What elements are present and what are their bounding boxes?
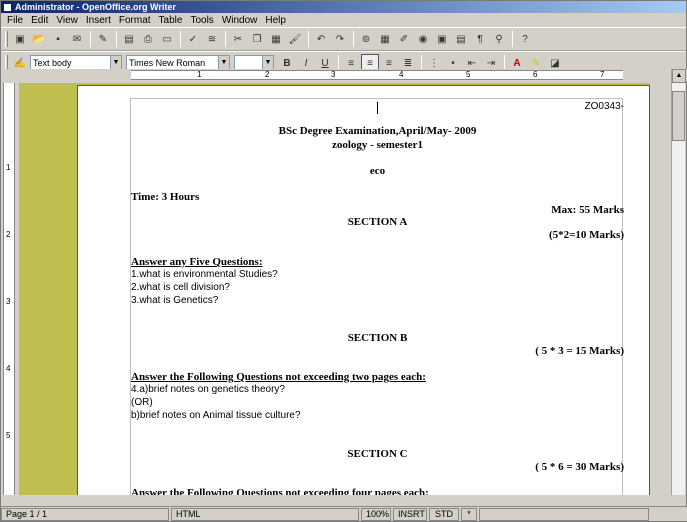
menu-format[interactable]: Format <box>115 15 155 26</box>
spellcheck-icon[interactable]: ✓ <box>184 30 202 48</box>
document-area[interactable]: ZO0343- BSc Degree Examination,April/May… <box>19 83 650 495</box>
instr-b: Answer the Following Questions not excee… <box>131 371 426 383</box>
scroll-up-icon[interactable]: ▲ <box>672 69 686 83</box>
save-icon[interactable]: ▪ <box>49 30 67 48</box>
navigator-icon[interactable]: ◉ <box>414 30 432 48</box>
pdf-icon[interactable]: ▤ <box>120 30 138 48</box>
ruler-num: 7 <box>600 70 605 79</box>
menu-bar: File Edit View Insert Format Table Tools… <box>1 13 686 27</box>
doc-max: Max: 55 Marks <box>551 204 624 216</box>
vruler-num: 1 <box>6 163 11 172</box>
print-icon[interactable]: ⎙ <box>139 30 157 48</box>
title-bar: Administrator - OpenOffice.org Writer <box>1 1 686 13</box>
instr-a: Answer any Five Questions: <box>131 256 263 268</box>
standard-toolbar: ▣ 📂 ▪ ✉ ✎ ▤ ⎙ ▭ ✓ ≋ ✂ ❐ ▦ 🖌 ↶ ↷ ⊚ ▦ ✐ ◉ … <box>1 27 686 51</box>
menu-tools[interactable]: Tools <box>186 15 217 26</box>
copy-icon[interactable]: ❐ <box>248 30 266 48</box>
cut-icon[interactable]: ✂ <box>229 30 247 48</box>
undo-icon[interactable]: ↶ <box>312 30 330 48</box>
status-page[interactable]: Page 1 / 1 <box>1 507 169 521</box>
zoom-icon[interactable]: ⚲ <box>490 30 508 48</box>
menu-table[interactable]: Table <box>155 15 187 26</box>
toolbar-grip[interactable] <box>5 31 8 47</box>
text-area[interactable]: ZO0343- BSc Degree Examination,April/May… <box>130 98 624 495</box>
vruler-num: 4 <box>6 364 11 373</box>
app-icon <box>3 2 12 12</box>
ruler-num: 5 <box>466 70 471 79</box>
marks-c: ( 5 * 6 = 30 Marks) <box>535 461 624 473</box>
mail-icon[interactable]: ✉ <box>68 30 86 48</box>
help-icon[interactable]: ? <box>516 30 534 48</box>
gallery-icon[interactable]: ▣ <box>433 30 451 48</box>
horizontal-ruler[interactable]: 1 2 3 4 5 6 7 <box>131 70 623 80</box>
pilcrow-icon[interactable]: ¶ <box>471 30 489 48</box>
edit-icon[interactable]: ✎ <box>94 30 112 48</box>
menu-edit[interactable]: Edit <box>27 15 52 26</box>
open-icon[interactable]: 📂 <box>30 30 48 48</box>
status-mode: HTML <box>171 507 359 521</box>
chevron-down-icon[interactable]: ▼ <box>262 56 273 70</box>
doc-time: Time: 3 Hours <box>131 191 200 203</box>
font-value: Times New Roman <box>129 58 206 68</box>
question-2: 2.what is cell division? <box>131 282 230 293</box>
chevron-down-icon[interactable]: ▼ <box>110 56 121 70</box>
status-bar: Page 1 / 1 HTML 100% INSRT STD * <box>1 506 687 521</box>
question-1: 1.what is environmental Studies? <box>131 269 278 280</box>
redo-icon[interactable]: ↷ <box>331 30 349 48</box>
hyperlink-icon[interactable]: ⊚ <box>357 30 375 48</box>
instr-c: Answer the Following Questions not excee… <box>131 487 429 495</box>
doc-subject: zoology - semester1 <box>331 139 424 151</box>
vruler-num: 3 <box>6 297 11 306</box>
vruler-num: 2 <box>6 230 11 239</box>
vertical-scrollbar[interactable]: ▲ <box>671 69 686 495</box>
marks-b: ( 5 * 3 = 15 Marks) <box>535 345 624 357</box>
page[interactable]: ZO0343- BSc Degree Examination,April/May… <box>77 85 650 495</box>
doc-exam: BSc Degree Examination,April/May- 2009 <box>278 125 477 137</box>
ruler-num: 4 <box>399 70 404 79</box>
status-zoom[interactable]: 100% <box>361 507 391 521</box>
or-text: (OR) <box>131 397 153 408</box>
menu-help[interactable]: Help <box>261 15 290 26</box>
style-value: Text body <box>33 58 72 68</box>
chevron-down-icon[interactable]: ▼ <box>218 56 229 70</box>
draw-icon[interactable]: ✐ <box>395 30 413 48</box>
scroll-thumb[interactable] <box>672 91 685 141</box>
table-icon[interactable]: ▦ <box>376 30 394 48</box>
status-std[interactable]: STD <box>429 507 459 521</box>
doc-code: ZO0343- <box>584 101 624 112</box>
menu-window[interactable]: Window <box>218 15 262 26</box>
ruler-num: 6 <box>533 70 538 79</box>
marks-a: (5*2=10 Marks) <box>548 229 624 241</box>
datasource-icon[interactable]: ▤ <box>452 30 470 48</box>
question-4a: 4.a)brief notes on genetics theory? <box>131 384 285 395</box>
status-insert[interactable]: INSRT <box>393 507 427 521</box>
doc-paper: eco <box>369 165 386 177</box>
window-title: Administrator - OpenOffice.org Writer <box>15 2 176 12</box>
menu-file[interactable]: File <box>3 15 27 26</box>
format-paintbrush-icon[interactable]: 🖌 <box>286 30 304 48</box>
vertical-ruler[interactable]: 1 2 3 4 5 <box>3 83 15 495</box>
question-4b: b)brief notes on Animal tissue culture? <box>131 410 301 421</box>
ruler-num: 3 <box>331 70 336 79</box>
writer-window: Administrator - OpenOffice.org Writer Fi… <box>0 0 687 522</box>
ruler-num: 2 <box>265 70 270 79</box>
vruler-num: 5 <box>6 431 11 440</box>
question-3: 3.what is Genetics? <box>131 295 219 306</box>
preview-icon[interactable]: ▭ <box>158 30 176 48</box>
horizontal-ruler-row: 1 2 3 4 5 6 7 <box>1 69 687 81</box>
paste-icon[interactable]: ▦ <box>267 30 285 48</box>
new-icon[interactable]: ▣ <box>11 30 29 48</box>
status-modified: * <box>461 507 477 521</box>
status-empty <box>479 507 649 521</box>
menu-insert[interactable]: Insert <box>82 15 115 26</box>
autospell-icon[interactable]: ≋ <box>203 30 221 48</box>
section-a-heading: SECTION A <box>347 216 408 228</box>
menu-view[interactable]: View <box>52 15 82 26</box>
section-c-heading: SECTION C <box>347 448 408 460</box>
ruler-num: 1 <box>197 70 202 79</box>
section-b-heading: SECTION B <box>347 332 408 344</box>
